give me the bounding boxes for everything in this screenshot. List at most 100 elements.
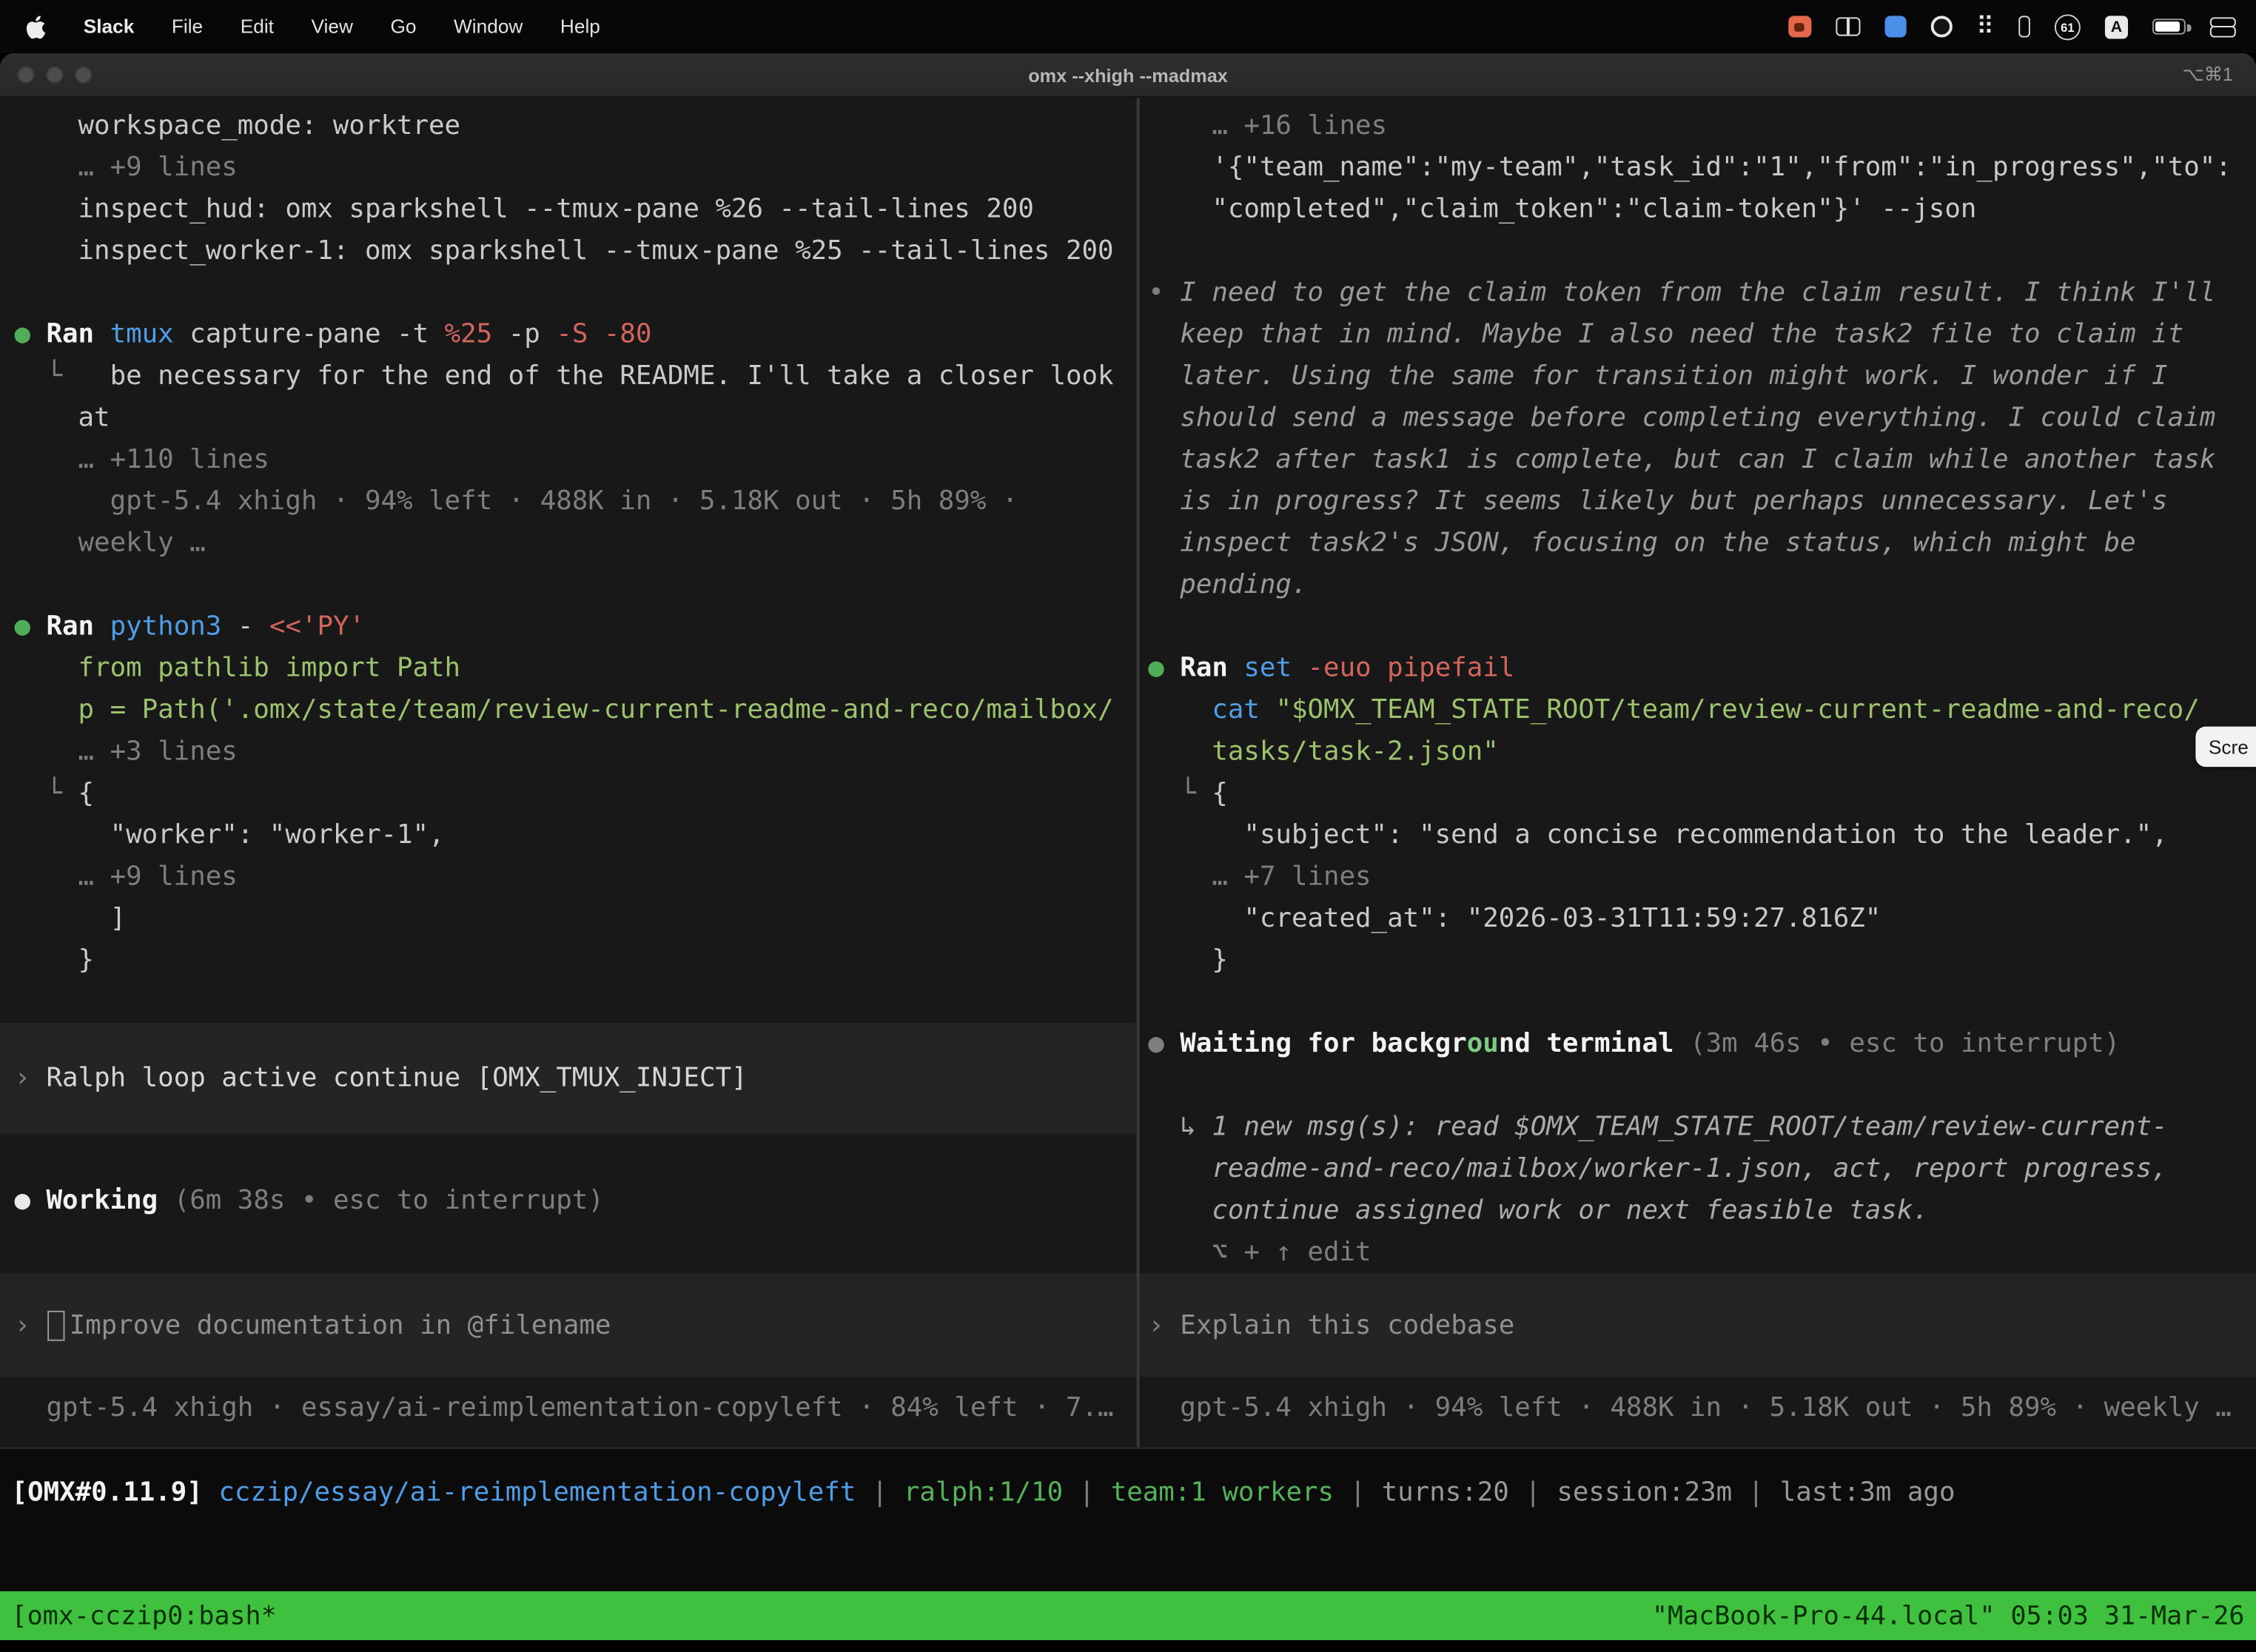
menu-item-go[interactable]: Go [390,16,416,37]
text-segment: › [14,1064,46,1094]
text-segment: • [1148,278,1180,308]
pill-app-icon[interactable] [2018,16,2030,37]
text-segment: | [1732,1477,1780,1508]
control-center-icon[interactable] [2210,16,2236,36]
terminal-line: └ { [1140,773,2256,814]
steer-band[interactable]: › Ralph loop active continue [OMX_TMUX_I… [0,1023,1137,1134]
text-segment: ● [14,611,46,642]
text-segment: Improve documentation in @filename [70,1310,611,1340]
terminal-line: workspace_mode: worktree [0,105,1137,147]
thinking-line: later. Using the same for transition mig… [1140,355,2256,397]
text-segment: ↳ 1 new msg(s): read $OMX_TEAM_STATE_ROO… [1148,1112,2167,1143]
spacer [0,1134,1137,1180]
edit-hint-line: ⌥ + ↑ edit [1140,1232,2256,1273]
menu-item-view[interactable]: View [311,16,352,37]
terminal-line: … +9 lines [0,856,1137,898]
composer-band[interactable]: › Explain this codebase [1140,1273,2256,1377]
ran-python-command-line: ● Ran python3 - <<'PY' [0,605,1137,647]
text-segment: I need to get the claim token from the c… [1180,278,2215,308]
thinking-line: task2 after task1 is complete, but can I… [1140,439,2256,480]
text-segment: -p [492,320,556,350]
terminal-line: "worker": "worker-1", [0,814,1137,856]
left-pane[interactable]: workspace_mode: worktree … +9 lines insp… [0,98,1137,1447]
menu-item-window[interactable]: Window [454,16,523,37]
recording-indicator-icon[interactable] [1787,16,1810,37]
text-segment: is in progress? It seems likely but perh… [1148,486,2167,517]
menu-item-file[interactable]: File [172,16,203,37]
spacer [1140,1377,2256,1387]
spacer [1140,981,2256,1023]
text-segment: } [14,945,94,976]
text-segment: task2 after task1 is complete, but can I… [1148,445,2215,475]
apple-menu-icon[interactable] [26,15,46,38]
text-segment: readme-and-reco/mailbox/worker-1.json, a… [1148,1154,2167,1184]
text-segment: › [14,1310,46,1340]
terminal-line: … +7 lines [1140,856,2256,898]
menu-item-help[interactable]: Help [560,16,600,37]
text-segment: continue assigned work or next feasible … [1148,1195,1929,1226]
app-menu[interactable]: Slack [84,16,135,37]
terminal-line: gpt-5.4 xhigh · 94% left · 488K in · 5.1… [0,480,1137,522]
text-segment: … +9 lines [14,862,237,892]
thinking-line: keep that in mind. Maybe I also need the… [1140,314,2256,355]
text-segment: Ran [1180,654,1228,684]
text-segment: "completed","claim_token":"claim-token"}… [1148,194,1976,224]
thinking-line: pending. [1140,564,2256,605]
terminal-line: } [0,939,1137,981]
terminal-line: } [1140,939,2256,981]
dots-app-icon[interactable]: ⠿ [1976,14,1994,38]
window-title: omx --xhigh --madmax [0,64,2256,86]
waiting-status-line: ● Waiting for background terminal (3m 46… [1140,1023,2256,1064]
text-segment: Waiting for backgr [1180,1029,1466,1059]
text-segment: at [14,403,110,433]
pane-status-line: gpt-5.4 xhigh · essay/ai-reimplementatio… [0,1387,1137,1428]
composer-band[interactable]: › Improve documentation in @filename [0,1273,1137,1377]
spacer [0,1377,1137,1387]
tmux-host-clock: "MacBook-Pro-44.local" 05:03 31-Mar-26 [1652,1601,2245,1631]
text-segment: ou [1467,1029,1499,1059]
text-segment: from pathlib import Path [14,654,460,684]
text-segment: … +16 lines [1148,111,1387,141]
text-segment: Ran [47,611,95,642]
terminal-line: at [0,397,1137,439]
text-segment: nd terminal [1499,1029,1674,1059]
text-segment: inspect task2's JSON, focusing on the st… [1148,528,2135,558]
text-segment: -S -80 [556,320,651,350]
ring-app-icon[interactable] [1930,16,1952,37]
text-segment: workspace_mode: worktree [14,111,460,141]
battery-icon[interactable] [2152,19,2186,34]
text-segment: ● [14,1186,46,1216]
mailbox-message-line: ↳ 1 new msg(s): read $OMX_TEAM_STATE_ROO… [1140,1107,2256,1148]
terminal-line: └ be necessary for the end of the README… [0,355,1137,397]
text-segment: | [1509,1477,1557,1508]
input-source-icon[interactable]: A [2105,15,2128,38]
text-segment: <<'PY' [269,611,365,642]
text-segment: session:23m [1557,1477,1732,1508]
terminal-window: omx --xhigh --madmax ⌥⌘1 workspace_mode:… [0,53,2256,1652]
text-segment: should send a message before completing … [1148,403,2215,433]
terminal-line: inspect_hud: omx sparkshell --tmux-pane … [0,189,1137,230]
tiling-grid-icon[interactable] [1836,17,1860,36]
text-segment: └ [1148,779,1212,809]
gauge-icon[interactable]: 61 [2055,13,2081,39]
thinking-line: • I need to get the claim token from the… [1140,272,2256,313]
text-segment: … +110 lines [14,445,269,475]
right-pane[interactable]: … +16 lines '{"team_name":"my-team","tas… [1140,98,2256,1447]
text-segment: | [1334,1477,1382,1508]
text-segment: Working [47,1186,158,1216]
screen-tooltip: Scre [2195,727,2256,767]
text-segment: last:3m ago [1780,1477,1955,1508]
text-segment: Explain this codebase [1180,1310,1514,1340]
menu-item-edit[interactable]: Edit [241,16,274,37]
terminal-line: weekly … [0,523,1137,564]
thinking-line: inspect task2's JSON, focusing on the st… [1140,523,2256,564]
mailbox-message-line: readme-and-reco/mailbox/worker-1.json, a… [1140,1148,2256,1189]
spacer [1140,230,2256,272]
raycast-icon[interactable] [1884,16,1906,37]
pane-status-line: gpt-5.4 xhigh · 94% left · 488K in · 5.1… [1140,1387,2256,1428]
text-segment: ● [1148,1029,1180,1059]
text-segment: [OMX#0.11.9] [12,1477,203,1508]
window-titlebar[interactable]: omx --xhigh --madmax ⌥⌘1 [0,53,2256,98]
text-segment: gpt-5.4 xhigh · 94% left · 488K in · 5.1… [14,486,1018,517]
text-segment: inspect_worker-1: omx sparkshell --tmux-… [14,236,1113,266]
